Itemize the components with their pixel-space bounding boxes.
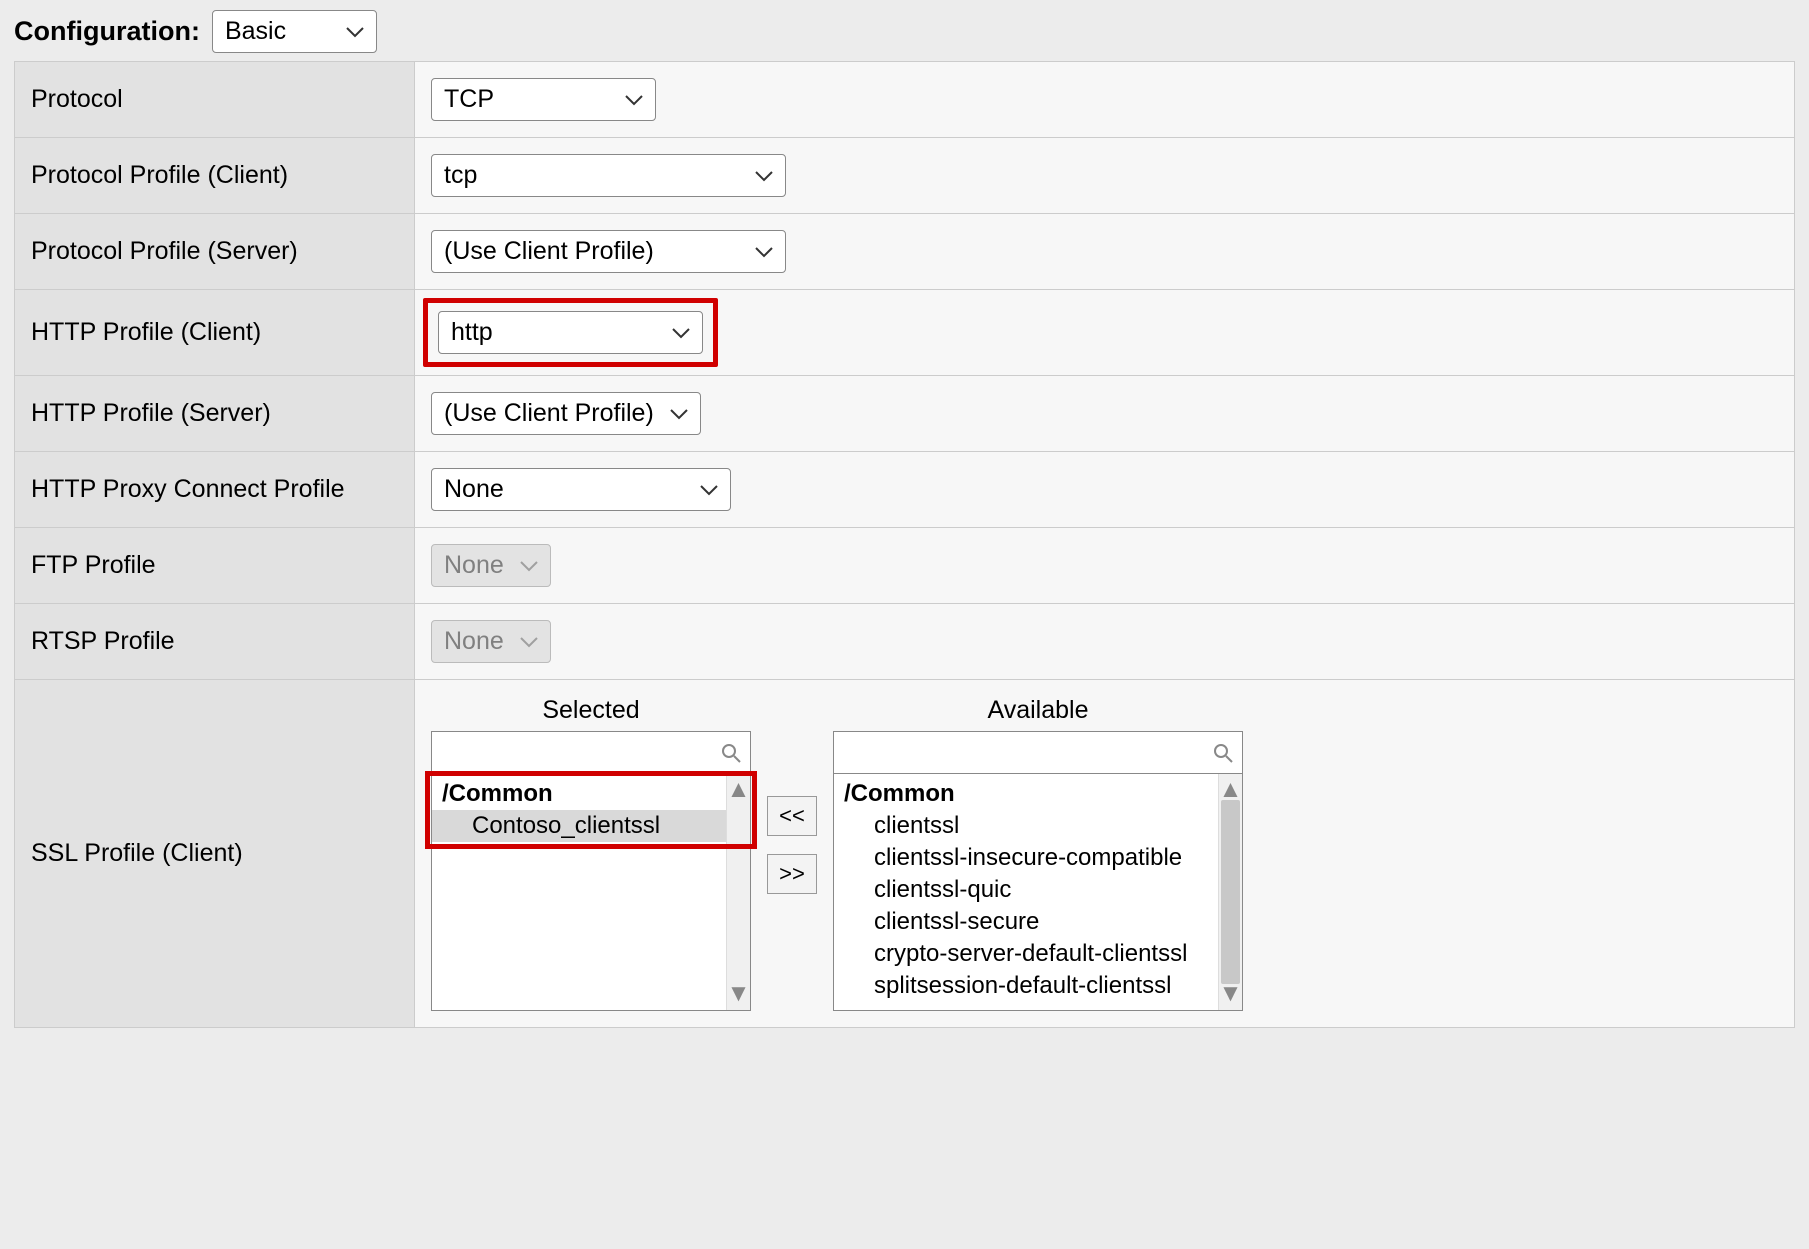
label-protocol: Protocol [15,62,415,138]
select-rtsp-profile-value: None [444,627,504,656]
select-protocol-profile-client-value: tcp [444,161,477,190]
row-protocol-profile-server: Protocol Profile (Server) (Use Client Pr… [15,214,1795,290]
label-http-profile-server: HTTP Profile (Server) [15,376,415,452]
search-icon [1212,742,1234,764]
label-ftp-profile: FTP Profile [15,528,415,604]
label-ssl-profile-client: SSL Profile (Client) [15,680,415,1028]
ssl-transfer-buttons: << >> [767,696,817,894]
chevron-down-icon [520,636,538,648]
row-ssl-profile-client: SSL Profile (Client) Selected [15,680,1795,1028]
search-icon [720,742,742,764]
select-http-profile-server-value: (Use Client Profile) [444,399,654,428]
move-left-button[interactable]: << [767,796,817,836]
ssl-selected-items: /Common Contoso_clientssl [432,774,726,1010]
ssl-available-search[interactable] [834,732,1242,774]
select-http-profile-server[interactable]: (Use Client Profile) [431,392,701,435]
chevron-down-icon [700,484,718,496]
chevron-down-icon [520,560,538,572]
chevron-down-icon [625,94,643,106]
ssl-selected-search[interactable] [432,732,750,774]
ssl-available-column: Available /Common [833,696,1243,1011]
chevron-down-icon [672,327,690,339]
select-http-profile-client[interactable]: http [438,311,703,354]
row-http-profile-client: HTTP Profile (Client) http [15,290,1795,376]
list-item[interactable]: Contoso_clientssl [432,810,726,842]
ssl-selected-scrollbar[interactable]: ▲ ▼ [726,774,750,1010]
row-rtsp-profile: RTSP Profile None [15,604,1795,680]
ssl-selected-title: Selected [542,696,639,725]
select-protocol-profile-client[interactable]: tcp [431,154,786,197]
highlight-http-profile-client: http [423,298,718,367]
chevron-down-icon [755,246,773,258]
list-item[interactable]: crypto-server-default-clientssl [834,938,1218,970]
select-ftp-profile-value: None [444,551,504,580]
list-item[interactable]: clientssl-quic [834,874,1218,906]
configuration-label: Configuration: [14,16,200,47]
configuration-table: Protocol TCP Protocol Profile (Client) t… [14,61,1795,1028]
list-item[interactable]: clientssl-insecure-compatible [834,842,1218,874]
ssl-selected-listbox[interactable]: /Common Contoso_clientssl ▲ ▼ [431,731,751,1011]
select-protocol-profile-server[interactable]: (Use Client Profile) [431,230,786,273]
row-http-profile-server: HTTP Profile (Server) (Use Client Profil… [15,376,1795,452]
label-protocol-profile-server: Protocol Profile (Server) [15,214,415,290]
chevron-down-icon [755,170,773,182]
configuration-select-value: Basic [225,17,286,46]
select-http-proxy-connect-value: None [444,475,504,504]
configuration-select[interactable]: Basic [212,10,377,53]
select-protocol[interactable]: TCP [431,78,656,121]
scroll-up-icon: ▲ [727,774,750,806]
ssl-selected-group: /Common [432,778,726,810]
ssl-available-items: /Common clientssl clientssl-insecure-com… [834,774,1218,1010]
select-ftp-profile: None [431,544,551,587]
select-http-profile-client-value: http [451,318,493,347]
chevron-down-icon [670,408,688,420]
select-protocol-value: TCP [444,85,494,114]
ssl-available-group: /Common [834,778,1218,810]
label-protocol-profile-client: Protocol Profile (Client) [15,138,415,214]
row-protocol-profile-client: Protocol Profile (Client) tcp [15,138,1795,214]
label-http-proxy-connect: HTTP Proxy Connect Profile [15,452,415,528]
select-http-proxy-connect[interactable]: None [431,468,731,511]
select-protocol-profile-server-value: (Use Client Profile) [444,237,654,266]
label-rtsp-profile: RTSP Profile [15,604,415,680]
chevron-down-icon [346,26,364,38]
ssl-available-scrollbar[interactable]: ▲ ▼ [1218,774,1242,1010]
select-rtsp-profile: None [431,620,551,663]
row-ftp-profile: FTP Profile None [15,528,1795,604]
list-item[interactable]: clientssl [834,810,1218,842]
list-item[interactable]: clientssl-secure [834,906,1218,938]
move-right-button[interactable]: >> [767,854,817,894]
label-http-profile-client: HTTP Profile (Client) [15,290,415,376]
scroll-thumb[interactable] [1221,800,1240,984]
row-protocol: Protocol TCP [15,62,1795,138]
ssl-dual-list: Selected [431,696,1778,1011]
ssl-available-listbox[interactable]: /Common clientssl clientssl-insecure-com… [833,731,1243,1011]
list-item[interactable]: splitsession-default-clientssl [834,970,1218,1002]
row-http-proxy-connect: HTTP Proxy Connect Profile None [15,452,1795,528]
scroll-down-icon: ▼ [727,978,750,1010]
ssl-selected-column: Selected [431,696,751,1011]
ssl-available-title: Available [987,696,1088,725]
configuration-header: Configuration: Basic [14,10,1795,53]
